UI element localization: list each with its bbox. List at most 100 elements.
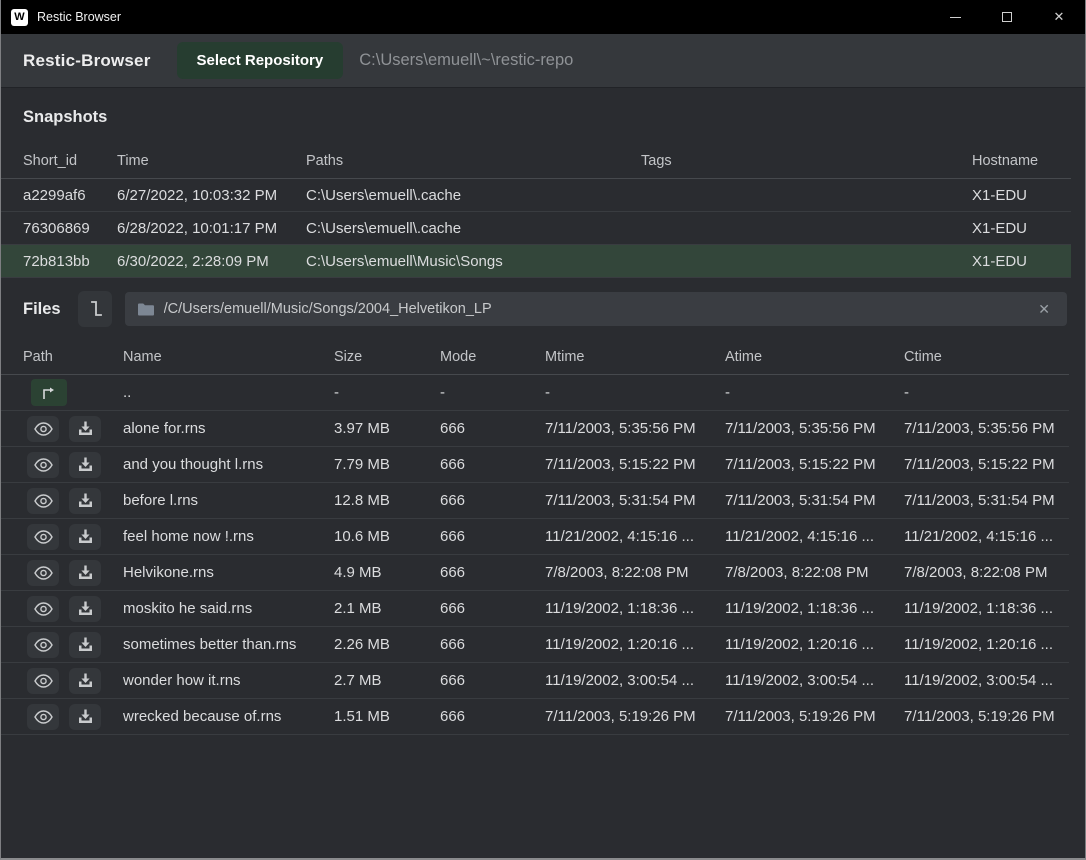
- download-button[interactable]: [69, 632, 101, 658]
- download-button[interactable]: [69, 488, 101, 514]
- column-header-tags: Tags: [641, 153, 972, 169]
- ctime-cell: 7/11/2003, 5:15:22 PM: [904, 456, 1069, 473]
- files-action-button[interactable]: [78, 291, 112, 327]
- paths-cell: C:\Users\emuell\.cache: [306, 187, 641, 204]
- column-header-time: Time: [117, 153, 306, 169]
- atime-cell: 7/11/2003, 5:19:26 PM: [725, 708, 904, 725]
- time-cell: 6/30/2022, 2:28:09 PM: [117, 253, 306, 270]
- name-cell[interactable]: moskito he said.rns: [123, 600, 334, 617]
- files-bar: Files /C/Users/emuell/Music/Songs/2004_H…: [1, 291, 1085, 327]
- mode-cell: 666: [440, 600, 545, 617]
- files-table: Path Name Size Mode Mtime Atime Ctime ..…: [1, 339, 1085, 735]
- file-row: Helvikone.rns 4.9 MB 666 7/8/2003, 8:22:…: [1, 555, 1069, 591]
- close-button[interactable]: ✕: [1033, 0, 1085, 34]
- snapshots-heading: Snapshots: [1, 88, 1085, 143]
- ctime-cell: 11/19/2002, 3:00:54 ...: [904, 672, 1069, 689]
- mtime-cell: 7/11/2003, 5:19:26 PM: [545, 708, 725, 725]
- download-icon: [78, 637, 93, 652]
- atime-cell: 7/11/2003, 5:15:22 PM: [725, 456, 904, 473]
- download-button[interactable]: [69, 524, 101, 550]
- preview-button[interactable]: [27, 596, 59, 622]
- name-cell[interactable]: feel home now !.rns: [123, 528, 334, 545]
- time-cell: 6/27/2022, 10:03:32 PM: [117, 187, 306, 204]
- name-cell[interactable]: sometimes better than.rns: [123, 636, 334, 653]
- download-button[interactable]: [69, 416, 101, 442]
- eye-icon: [34, 530, 53, 544]
- eye-icon: [34, 710, 53, 724]
- download-button[interactable]: [69, 668, 101, 694]
- file-row: and you thought l.rns 7.79 MB 666 7/11/2…: [1, 447, 1069, 483]
- name-cell[interactable]: wonder how it.rns: [123, 672, 334, 689]
- column-header-atime: Atime: [725, 349, 904, 365]
- name-cell[interactable]: and you thought l.rns: [123, 456, 334, 473]
- snapshots-section: Snapshots Short_id Time Paths Tags Hostn…: [1, 88, 1085, 278]
- l-glyph-icon: [86, 299, 104, 319]
- select-repository-button[interactable]: Select Repository: [177, 42, 344, 79]
- short-id-cell: 72b813bb: [23, 253, 117, 270]
- ctime-cell: 11/19/2002, 1:20:16 ...: [904, 636, 1069, 653]
- up-directory-row: .. - - - - -: [1, 375, 1069, 411]
- mode-cell: 666: [440, 528, 545, 545]
- file-row: before l.rns 12.8 MB 666 7/11/2003, 5:31…: [1, 483, 1069, 519]
- preview-button[interactable]: [27, 668, 59, 694]
- file-row: feel home now !.rns 10.6 MB 666 11/21/20…: [1, 519, 1069, 555]
- download-button[interactable]: [69, 596, 101, 622]
- eye-icon: [34, 638, 53, 652]
- ctime-cell: 11/19/2002, 1:18:36 ...: [904, 600, 1069, 617]
- download-icon: [78, 457, 93, 472]
- name-cell[interactable]: ..: [123, 384, 334, 401]
- atime-cell: 11/21/2002, 4:15:16 ...: [725, 528, 904, 545]
- restic-browser-window: W Restic Browser ✕ Restic-Browser Select…: [0, 0, 1086, 860]
- name-cell[interactable]: wrecked because of.rns: [123, 708, 334, 725]
- file-row: moskito he said.rns 2.1 MB 666 11/19/200…: [1, 591, 1069, 627]
- preview-button[interactable]: [27, 452, 59, 478]
- files-heading: Files: [23, 300, 61, 319]
- name-cell[interactable]: before l.rns: [123, 492, 334, 509]
- eye-icon: [34, 674, 53, 688]
- file-path-input[interactable]: /C/Users/emuell/Music/Songs/2004_Helveti…: [125, 292, 1067, 326]
- preview-button[interactable]: [27, 524, 59, 550]
- minimize-icon: [950, 17, 961, 18]
- maximize-button[interactable]: [981, 0, 1033, 34]
- ctime-cell: -: [904, 384, 1069, 401]
- app-title: Restic-Browser: [23, 51, 151, 71]
- preview-button[interactable]: [27, 416, 59, 442]
- mtime-cell: 11/19/2002, 1:20:16 ...: [545, 636, 725, 653]
- download-button[interactable]: [69, 704, 101, 730]
- column-header-hostname: Hostname: [972, 153, 1071, 169]
- ctime-cell: 11/21/2002, 4:15:16 ...: [904, 528, 1069, 545]
- file-row: alone for.rns 3.97 MB 666 7/11/2003, 5:3…: [1, 411, 1069, 447]
- eye-icon: [34, 602, 53, 616]
- ctime-cell: 7/11/2003, 5:35:56 PM: [904, 420, 1069, 437]
- minimize-button[interactable]: [929, 0, 981, 34]
- download-button[interactable]: [69, 452, 101, 478]
- size-cell: -: [334, 384, 440, 401]
- download-button[interactable]: [69, 560, 101, 586]
- snapshot-row-selected[interactable]: 72b813bb 6/30/2022, 2:28:09 PM C:\Users\…: [1, 245, 1071, 278]
- preview-button[interactable]: [27, 488, 59, 514]
- snapshots-header-row: Short_id Time Paths Tags Hostname: [1, 143, 1071, 179]
- size-cell: 7.79 MB: [334, 456, 440, 473]
- name-cell[interactable]: alone for.rns: [123, 420, 334, 437]
- mode-cell: -: [440, 384, 545, 401]
- ctime-cell: 7/8/2003, 8:22:08 PM: [904, 564, 1069, 581]
- short-id-cell: a2299af6: [23, 187, 117, 204]
- mtime-cell: 7/8/2003, 8:22:08 PM: [545, 564, 725, 581]
- clear-path-button[interactable]: ✕: [1034, 299, 1054, 320]
- snapshot-row[interactable]: a2299af6 6/27/2022, 10:03:32 PM C:\Users…: [1, 179, 1071, 212]
- mode-cell: 666: [440, 492, 545, 509]
- size-cell: 12.8 MB: [334, 492, 440, 509]
- atime-cell: 11/19/2002, 3:00:54 ...: [725, 672, 904, 689]
- mtime-cell: 7/11/2003, 5:15:22 PM: [545, 456, 725, 473]
- column-header-mode: Mode: [440, 349, 545, 365]
- name-cell[interactable]: Helvikone.rns: [123, 564, 334, 581]
- preview-button[interactable]: [27, 632, 59, 658]
- preview-button[interactable]: [27, 704, 59, 730]
- size-cell: 3.97 MB: [334, 420, 440, 437]
- preview-button[interactable]: [27, 560, 59, 586]
- time-cell: 6/28/2022, 10:01:17 PM: [117, 220, 306, 237]
- snapshot-row[interactable]: 76306869 6/28/2022, 10:01:17 PM C:\Users…: [1, 212, 1071, 245]
- size-cell: 2.1 MB: [334, 600, 440, 617]
- mtime-cell: 11/19/2002, 3:00:54 ...: [545, 672, 725, 689]
- up-directory-button[interactable]: [31, 379, 67, 406]
